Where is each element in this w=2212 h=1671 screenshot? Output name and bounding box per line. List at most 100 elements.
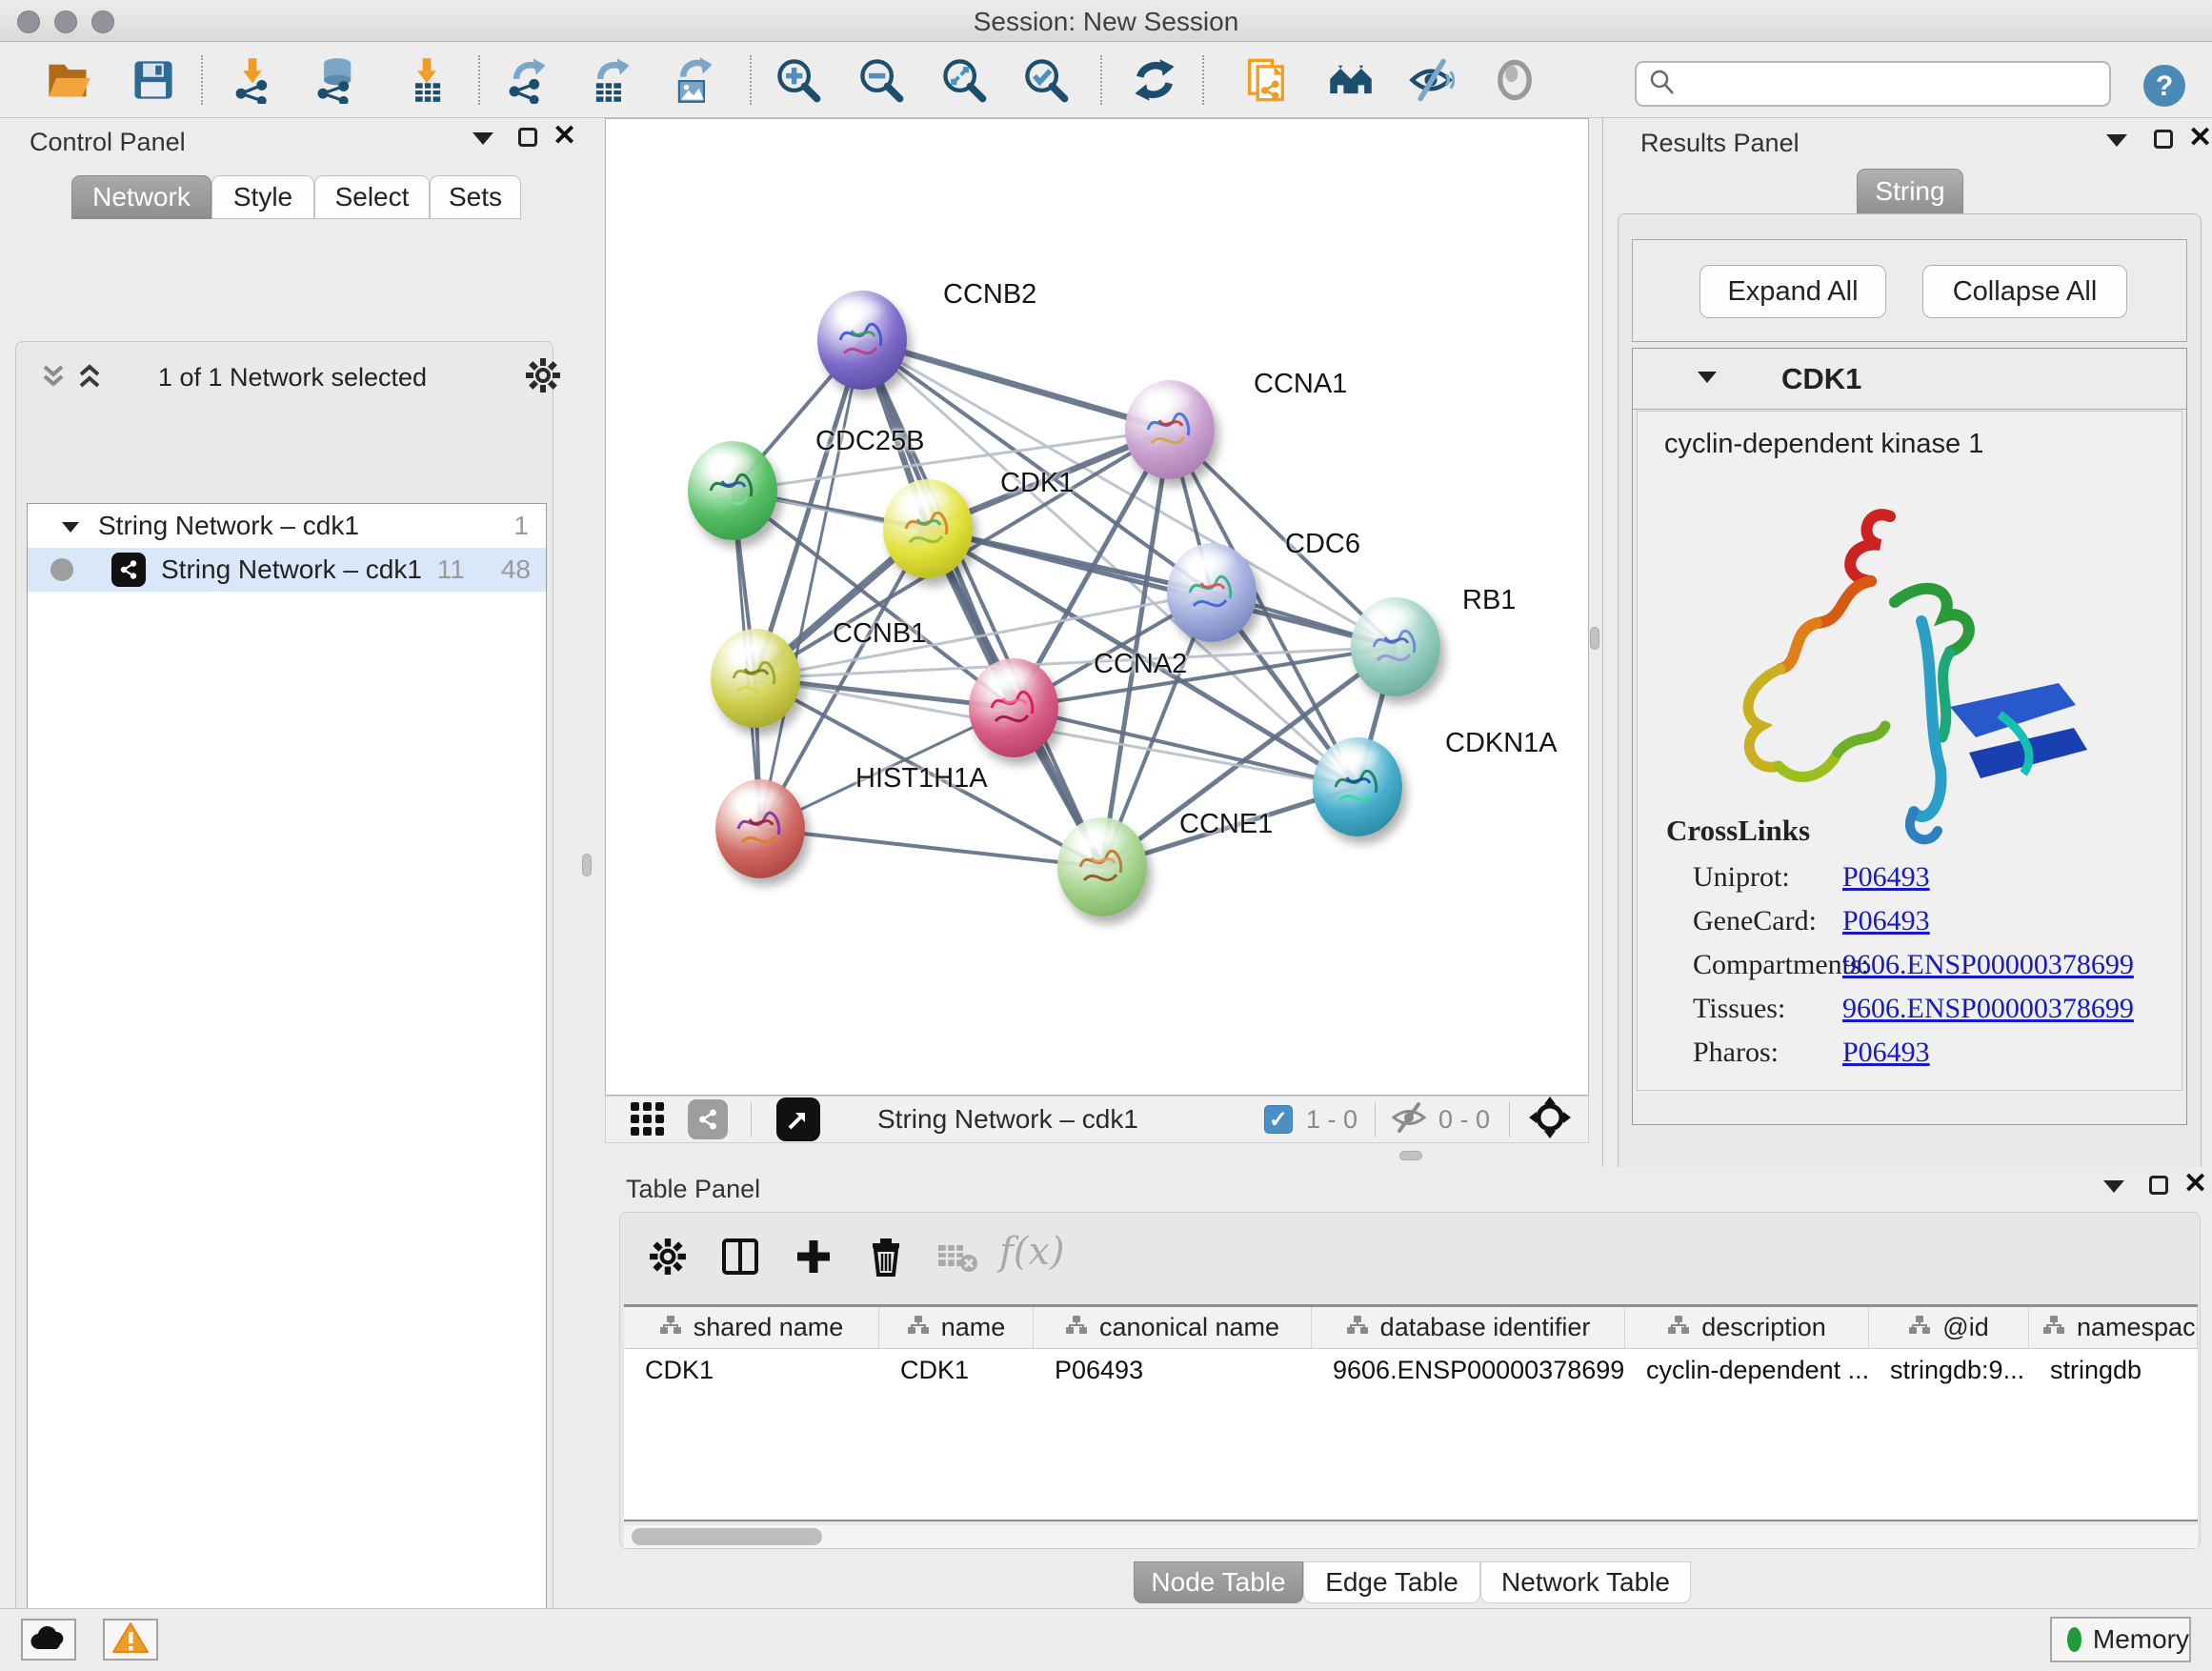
homes-icon[interactable] [1324, 53, 1377, 107]
bottom-splitter-handle[interactable] [1399, 1151, 1422, 1160]
warning-button[interactable] [103, 1619, 158, 1661]
network-node-ccna1[interactable] [1125, 380, 1215, 479]
network-node-ccnb1[interactable] [711, 629, 800, 728]
network-canvas[interactable]: CCNB2 CCNA1 CDC25B CDK1 CDC6 [605, 118, 1589, 1096]
tab-node-table[interactable]: Node Table [1134, 1561, 1303, 1603]
network-collection-row[interactable]: String Network – cdk1 1 [28, 504, 546, 548]
hidden-eye-icon[interactable] [1391, 1102, 1427, 1137]
table-gear-icon[interactable] [641, 1230, 694, 1283]
column-header-label[interactable]: name [941, 1313, 1006, 1342]
tab-network[interactable]: Network [71, 175, 211, 219]
column-header-label[interactable]: description [1701, 1313, 1826, 1342]
help-icon[interactable]: ? [2142, 63, 2187, 113]
table-panel-close-icon[interactable]: ✕ [2183, 1175, 2207, 1194]
section-collapse-icon[interactable] [1696, 369, 1719, 390]
results-panel-float-icon[interactable] [2154, 130, 2173, 149]
column-header-shared-name[interactable]: shared name [624, 1307, 879, 1348]
memory-button[interactable]: Memory [2050, 1617, 2191, 1662]
selected-checkbox-icon[interactable]: ✓ [1264, 1105, 1293, 1134]
search-input[interactable] [1677, 70, 2086, 99]
export-network-icon[interactable] [499, 53, 553, 107]
open-folder-icon[interactable] [42, 53, 95, 107]
table-panel-menu-icon[interactable] [2103, 1180, 2124, 1193]
tab-string[interactable]: String [1857, 169, 1963, 214]
table-cell[interactable]: CDK1 [624, 1349, 879, 1391]
save-icon[interactable] [127, 53, 180, 107]
table-cell[interactable]: P06493 [1034, 1349, 1312, 1391]
refresh-icon[interactable] [1128, 53, 1181, 107]
documents-share-icon[interactable] [1240, 53, 1294, 107]
results-panel-close-icon[interactable]: ✕ [2188, 129, 2212, 148]
hscrollbar-thumb[interactable] [632, 1528, 822, 1545]
network-node-ccnb2[interactable] [817, 291, 907, 390]
eye-hide-icon[interactable] [1404, 53, 1458, 107]
tab-select[interactable]: Select [314, 175, 430, 219]
tree-expander-icon[interactable] [60, 511, 81, 541]
network-node-cdc25b[interactable] [688, 441, 777, 540]
zoom-fit-icon[interactable] [937, 53, 991, 107]
control-panel-close-icon[interactable]: ✕ [553, 127, 576, 146]
cloud-button[interactable] [21, 1619, 76, 1661]
column-header-label[interactable]: @id [1942, 1313, 1988, 1342]
node-table[interactable]: shared name name canonical name database id… [624, 1304, 2198, 1521]
tab-style[interactable]: Style [211, 175, 314, 219]
collapse-all-icon[interactable] [37, 363, 70, 396]
crosslink-value-link[interactable]: P06493 [1842, 905, 1930, 937]
column-header-label[interactable]: shared name [694, 1313, 844, 1342]
table-cell[interactable]: 9606.ENSP00000378699 [1312, 1349, 1625, 1391]
crosslink-value-link[interactable]: 9606.ENSP00000378699 [1842, 993, 2134, 1025]
zoom-selected-icon[interactable] [1019, 53, 1073, 107]
table-cell[interactable]: stringdb [2029, 1349, 2198, 1391]
network-node-ccne1[interactable] [1057, 817, 1147, 916]
column-header-label[interactable]: namespace [2077, 1313, 2198, 1342]
columns-icon[interactable] [714, 1230, 767, 1283]
column-header-canonical-name[interactable]: canonical name [1034, 1307, 1312, 1348]
tab-sets[interactable]: Sets [430, 175, 521, 219]
column-header-database-identifier[interactable]: database identifier [1312, 1307, 1625, 1348]
import-network-icon[interactable] [226, 53, 279, 107]
network-node-cdk1[interactable] [883, 479, 973, 578]
zoom-in-icon[interactable] [772, 53, 825, 107]
open-view-icon[interactable] [776, 1097, 820, 1141]
network-row[interactable]: String Network – cdk1 11 48 [28, 548, 546, 592]
export-table-icon[interactable] [583, 53, 636, 107]
column-header-label[interactable]: database identifier [1380, 1313, 1591, 1342]
network-node-hist1h1a[interactable] [715, 779, 805, 878]
column-header-label[interactable]: canonical name [1099, 1313, 1279, 1342]
add-icon[interactable] [787, 1230, 840, 1283]
column-header-description[interactable]: description [1625, 1307, 1869, 1348]
left-splitter-handle[interactable] [582, 854, 592, 876]
tab-network-table[interactable]: Network Table [1480, 1561, 1691, 1603]
network-node-cdkn1a[interactable] [1313, 737, 1402, 836]
table-cell[interactable]: stringdb:9... [1869, 1349, 2029, 1391]
right-splitter-handle[interactable] [1590, 627, 1599, 650]
tab-edge-table[interactable]: Edge Table [1303, 1561, 1480, 1603]
pan-crosshair-icon[interactable] [1529, 1097, 1571, 1143]
table-panel-float-icon[interactable] [2149, 1176, 2168, 1195]
network-node-rb1[interactable] [1351, 597, 1440, 696]
crosslink-value-link[interactable]: P06493 [1842, 1037, 1930, 1069]
expand-all-button[interactable]: Expand All [1699, 265, 1886, 318]
grid-view-icon[interactable] [629, 1098, 667, 1141]
column-header-namespace[interactable]: namespace [2029, 1307, 2198, 1348]
export-image-icon[interactable] [666, 53, 719, 107]
network-node-cdc6[interactable] [1167, 543, 1257, 642]
gene-section-header[interactable]: CDK1 [1633, 349, 2186, 410]
string-style-icon[interactable] [688, 1099, 728, 1139]
gear-icon[interactable] [525, 357, 561, 398]
crosslink-value-link[interactable]: 9606.ENSP00000378699 [1842, 949, 2134, 981]
table-hscrollbar[interactable] [624, 1525, 2198, 1548]
results-panel-menu-icon[interactable] [2106, 134, 2127, 147]
table-cell[interactable]: CDK1 [879, 1349, 1034, 1391]
control-panel-float-icon[interactable] [518, 128, 537, 147]
import-table-icon[interactable] [400, 53, 453, 107]
table-cell[interactable]: cyclin-dependent ... [1625, 1349, 1869, 1391]
table-row[interactable]: CDK1CDK1P064939606.ENSP00000378699cyclin… [624, 1349, 2198, 1391]
zoom-out-icon[interactable] [855, 53, 908, 107]
crosslink-value-link[interactable]: P06493 [1842, 861, 1930, 894]
network-node-ccna2[interactable] [969, 658, 1058, 757]
column-header--id[interactable]: @id [1869, 1307, 2029, 1348]
expand-all-icon[interactable] [73, 363, 106, 396]
column-header-name[interactable]: name [879, 1307, 1034, 1348]
delete-icon[interactable] [859, 1230, 913, 1283]
